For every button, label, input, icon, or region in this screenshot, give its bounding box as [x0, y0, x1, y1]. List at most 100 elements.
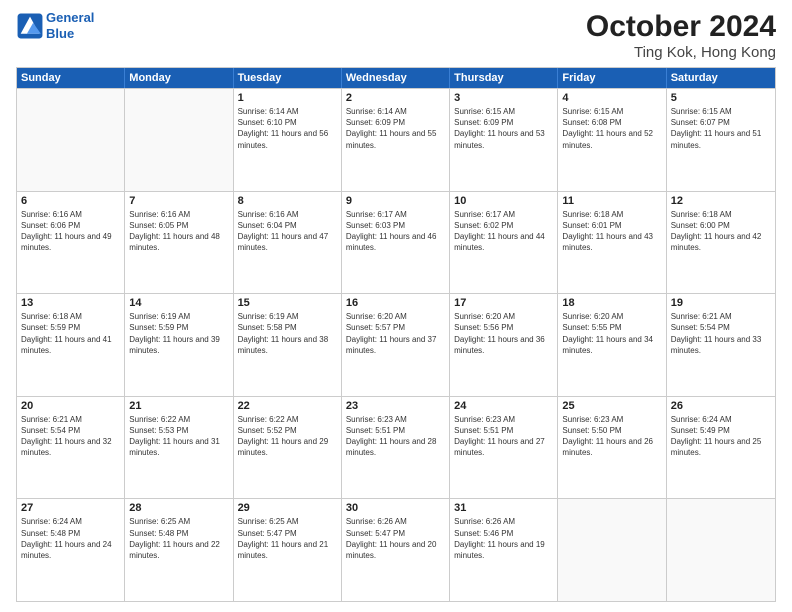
- cal-day-9: 9 Sunrise: 6:17 AM Sunset: 6:03 PM Daylig…: [342, 192, 450, 294]
- cal-day-28: 28 Sunrise: 6:25 AM Sunset: 5:48 PM Dayli…: [125, 499, 233, 601]
- day-number: 7: [129, 195, 228, 207]
- cal-day-1: 1 Sunrise: 6:14 AM Sunset: 6:10 PM Daylig…: [234, 89, 342, 191]
- day-info: Sunrise: 6:19 AM Sunset: 5:58 PM Dayligh…: [238, 311, 337, 356]
- day-info: Sunrise: 6:18 AM Sunset: 6:01 PM Dayligh…: [562, 209, 661, 254]
- day-info: Sunrise: 6:23 AM Sunset: 5:51 PM Dayligh…: [454, 414, 553, 459]
- cal-day-empty: [667, 499, 775, 601]
- cal-day-19: 19 Sunrise: 6:21 AM Sunset: 5:54 PM Dayli…: [667, 294, 775, 396]
- cal-day-30: 30 Sunrise: 6:26 AM Sunset: 5:47 PM Dayli…: [342, 499, 450, 601]
- cal-header-monday: Monday: [125, 68, 233, 88]
- cal-day-empty: [125, 89, 233, 191]
- day-info: Sunrise: 6:21 AM Sunset: 5:54 PM Dayligh…: [671, 311, 771, 356]
- logo-text: General Blue: [46, 10, 94, 41]
- day-number: 2: [346, 92, 445, 104]
- cal-day-empty: [17, 89, 125, 191]
- day-number: 18: [562, 297, 661, 309]
- cal-day-29: 29 Sunrise: 6:25 AM Sunset: 5:47 PM Dayli…: [234, 499, 342, 601]
- logo: General Blue: [16, 10, 94, 41]
- day-info: Sunrise: 6:15 AM Sunset: 6:07 PM Dayligh…: [671, 106, 771, 151]
- cal-header-wednesday: Wednesday: [342, 68, 450, 88]
- cal-day-31: 31Sunrise: 6:26 AM Sunset: 5:46 PM Dayli…: [450, 499, 558, 601]
- day-info: Sunrise: 6:20 AM Sunset: 5:55 PM Dayligh…: [562, 311, 661, 356]
- day-info: Sunrise: 6:16 AM Sunset: 6:04 PM Dayligh…: [238, 209, 337, 254]
- cal-day-11: 11Sunrise: 6:18 AM Sunset: 6:01 PM Dayli…: [558, 192, 666, 294]
- day-number: 23: [346, 400, 445, 412]
- day-info: Sunrise: 6:15 AM Sunset: 6:08 PM Dayligh…: [562, 106, 661, 151]
- logo-general: General: [46, 10, 94, 25]
- day-info: Sunrise: 6:20 AM Sunset: 5:57 PM Dayligh…: [346, 311, 445, 356]
- day-number: 21: [129, 400, 228, 412]
- day-number: 26: [671, 400, 771, 412]
- cal-day-21: 21 Sunrise: 6:22 AM Sunset: 5:53 PM Dayli…: [125, 397, 233, 499]
- cal-header-friday: Friday: [558, 68, 666, 88]
- page: General Blue October 2024 Ting Kok, Hong…: [0, 0, 792, 612]
- cal-day-26: 26Sunrise: 6:24 AM Sunset: 5:49 PM Dayli…: [667, 397, 775, 499]
- day-number: 28: [129, 502, 228, 514]
- day-info: Sunrise: 6:18 AM Sunset: 5:59 PM Dayligh…: [21, 311, 120, 356]
- day-info: Sunrise: 6:14 AM Sunset: 6:10 PM Dayligh…: [238, 106, 337, 151]
- day-number: 5: [671, 92, 771, 104]
- cal-day-6: 6Sunrise: 6:16 AM Sunset: 6:06 PM Daylig…: [17, 192, 125, 294]
- cal-day-23: 23Sunrise: 6:23 AM Sunset: 5:51 PM Dayli…: [342, 397, 450, 499]
- cal-day-empty: [558, 499, 666, 601]
- cal-day-22: 22 Sunrise: 6:22 AM Sunset: 5:52 PM Dayli…: [234, 397, 342, 499]
- day-number: 27: [21, 502, 120, 514]
- day-info: Sunrise: 6:19 AM Sunset: 5:59 PM Dayligh…: [129, 311, 228, 356]
- day-info: Sunrise: 6:17 AM Sunset: 6:03 PM Dayligh…: [346, 209, 445, 254]
- cal-day-17: 17Sunrise: 6:20 AM Sunset: 5:56 PM Dayli…: [450, 294, 558, 396]
- cal-day-8: 8Sunrise: 6:16 AM Sunset: 6:04 PM Daylig…: [234, 192, 342, 294]
- cal-week-2: 6Sunrise: 6:16 AM Sunset: 6:06 PM Daylig…: [17, 191, 775, 294]
- day-number: 30: [346, 502, 445, 514]
- logo-icon: [16, 12, 44, 40]
- cal-day-18: 18 Sunrise: 6:20 AM Sunset: 5:55 PM Dayli…: [558, 294, 666, 396]
- day-number: 25: [562, 400, 661, 412]
- day-number: 13: [21, 297, 120, 309]
- day-number: 17: [454, 297, 553, 309]
- day-number: 9: [346, 195, 445, 207]
- logo-blue: Blue: [46, 26, 74, 41]
- day-info: Sunrise: 6:22 AM Sunset: 5:53 PM Dayligh…: [129, 414, 228, 459]
- cal-header-tuesday: Tuesday: [234, 68, 342, 88]
- day-info: Sunrise: 6:26 AM Sunset: 5:47 PM Dayligh…: [346, 516, 445, 561]
- day-info: Sunrise: 6:14 AM Sunset: 6:09 PM Dayligh…: [346, 106, 445, 151]
- title-block: October 2024 Ting Kok, Hong Kong: [586, 10, 776, 61]
- day-number: 22: [238, 400, 337, 412]
- cal-header-thursday: Thursday: [450, 68, 558, 88]
- cal-day-24: 24 Sunrise: 6:23 AM Sunset: 5:51 PM Dayli…: [450, 397, 558, 499]
- cal-day-4: 4 Sunrise: 6:15 AM Sunset: 6:08 PM Daylig…: [558, 89, 666, 191]
- day-info: Sunrise: 6:17 AM Sunset: 6:02 PM Dayligh…: [454, 209, 553, 254]
- cal-day-3: 3 Sunrise: 6:15 AM Sunset: 6:09 PM Daylig…: [450, 89, 558, 191]
- day-info: Sunrise: 6:25 AM Sunset: 5:48 PM Dayligh…: [129, 516, 228, 561]
- day-number: 19: [671, 297, 771, 309]
- day-info: Sunrise: 6:24 AM Sunset: 5:48 PM Dayligh…: [21, 516, 120, 561]
- calendar: SundayMondayTuesdayWednesdayThursdayFrid…: [16, 67, 776, 602]
- day-number: 1: [238, 92, 337, 104]
- day-info: Sunrise: 6:18 AM Sunset: 6:00 PM Dayligh…: [671, 209, 771, 254]
- day-info: Sunrise: 6:22 AM Sunset: 5:52 PM Dayligh…: [238, 414, 337, 459]
- calendar-title: October 2024: [586, 10, 776, 44]
- day-info: Sunrise: 6:16 AM Sunset: 6:05 PM Dayligh…: [129, 209, 228, 254]
- cal-day-2: 2 Sunrise: 6:14 AM Sunset: 6:09 PM Daylig…: [342, 89, 450, 191]
- cal-header-sunday: Sunday: [17, 68, 125, 88]
- day-number: 24: [454, 400, 553, 412]
- day-number: 20: [21, 400, 120, 412]
- day-info: Sunrise: 6:15 AM Sunset: 6:09 PM Dayligh…: [454, 106, 553, 151]
- cal-week-4: 20Sunrise: 6:21 AM Sunset: 5:54 PM Dayli…: [17, 396, 775, 499]
- day-number: 29: [238, 502, 337, 514]
- day-info: Sunrise: 6:25 AM Sunset: 5:47 PM Dayligh…: [238, 516, 337, 561]
- calendar-header-row: SundayMondayTuesdayWednesdayThursdayFrid…: [17, 68, 775, 88]
- day-number: 3: [454, 92, 553, 104]
- cal-day-7: 7 Sunrise: 6:16 AM Sunset: 6:05 PM Daylig…: [125, 192, 233, 294]
- day-number: 6: [21, 195, 120, 207]
- cal-day-15: 15 Sunrise: 6:19 AM Sunset: 5:58 PM Dayli…: [234, 294, 342, 396]
- cal-day-27: 27 Sunrise: 6:24 AM Sunset: 5:48 PM Dayli…: [17, 499, 125, 601]
- cal-day-10: 10Sunrise: 6:17 AM Sunset: 6:02 PM Dayli…: [450, 192, 558, 294]
- cal-day-20: 20Sunrise: 6:21 AM Sunset: 5:54 PM Dayli…: [17, 397, 125, 499]
- cal-week-5: 27 Sunrise: 6:24 AM Sunset: 5:48 PM Dayli…: [17, 498, 775, 601]
- day-number: 4: [562, 92, 661, 104]
- cal-day-12: 12Sunrise: 6:18 AM Sunset: 6:00 PM Dayli…: [667, 192, 775, 294]
- day-number: 15: [238, 297, 337, 309]
- day-number: 14: [129, 297, 228, 309]
- cal-week-1: 1 Sunrise: 6:14 AM Sunset: 6:10 PM Daylig…: [17, 88, 775, 191]
- cal-day-5: 5 Sunrise: 6:15 AM Sunset: 6:07 PM Daylig…: [667, 89, 775, 191]
